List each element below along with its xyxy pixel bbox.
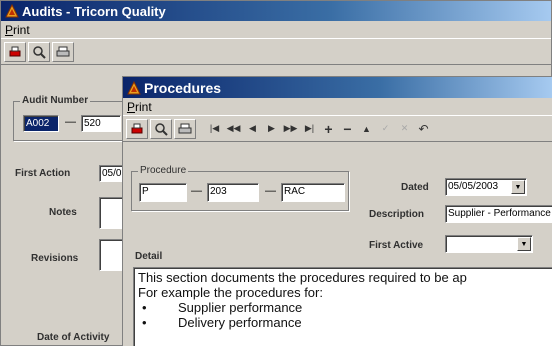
dated-label: Dated bbox=[401, 182, 429, 193]
detail-bullet-item: • Supplier performance bbox=[138, 300, 549, 315]
detail-bullet-text: Delivery performance bbox=[178, 315, 302, 330]
audit-number-part2[interactable]: 520 bbox=[81, 115, 121, 132]
prev-record-icon[interactable]: ◀ bbox=[244, 119, 261, 139]
first-active-label: First Active bbox=[369, 240, 424, 251]
printer-icon[interactable] bbox=[174, 118, 196, 139]
audit-number-dash: — bbox=[65, 116, 76, 128]
next-page-icon[interactable]: ▶▶ bbox=[282, 119, 299, 139]
audits-titlebar[interactable]: Audits - Tricorn Quality bbox=[1, 1, 551, 21]
procedures-window: Procedures Print |◀ ◀◀ ◀ ▶ ▶▶ ▶| + − ▲ ✓… bbox=[122, 76, 552, 346]
delete-record-icon[interactable]: − bbox=[339, 119, 356, 139]
printer-icon[interactable] bbox=[52, 41, 74, 62]
detail-bullet-item: • Delivery performance bbox=[138, 315, 549, 330]
notes-label: Notes bbox=[49, 207, 77, 218]
last-record-icon[interactable]: ▶| bbox=[301, 119, 318, 139]
procedures-titlebar[interactable]: Procedures bbox=[123, 77, 552, 98]
add-record-icon[interactable]: + bbox=[320, 119, 337, 139]
chevron-down-icon[interactable]: ▼ bbox=[517, 237, 531, 251]
detail-bullet-text: Supplier performance bbox=[178, 300, 303, 315]
search-icon[interactable] bbox=[28, 41, 50, 62]
audits-title: Audits - Tricorn Quality bbox=[22, 3, 166, 19]
prev-page-icon[interactable]: ◀◀ bbox=[225, 119, 242, 139]
dated-value: 05/05/2003 bbox=[448, 181, 499, 192]
first-active-field[interactable]: ▼ bbox=[445, 235, 533, 253]
audit-number-label: Audit Number bbox=[20, 95, 91, 106]
procedure-part2-field[interactable]: 203 bbox=[207, 183, 259, 202]
description-field[interactable]: Supplier - Performance bbox=[445, 205, 552, 223]
audits-menu-print[interactable]: Print bbox=[5, 23, 30, 37]
description-label: Description bbox=[369, 209, 425, 220]
chevron-down-icon[interactable]: ▼ bbox=[511, 180, 525, 194]
audit-number-part1[interactable]: A002 bbox=[23, 115, 59, 132]
detail-line: For example the procedures for: bbox=[138, 285, 323, 300]
next-record-icon[interactable]: ▶ bbox=[263, 119, 280, 139]
print-icon[interactable] bbox=[126, 118, 148, 139]
procedure-part3-field[interactable]: RAC bbox=[281, 183, 345, 202]
date-of-activity-label: Date of Activity bbox=[37, 332, 110, 343]
first-action-label: First Action bbox=[15, 168, 71, 179]
confirm-icon[interactable]: ✓ bbox=[377, 119, 394, 139]
procedure-dash-1: — bbox=[191, 185, 202, 197]
procedures-toolbar: |◀ ◀◀ ◀ ▶ ▶▶ ▶| + − ▲ ✓ ✕ ↶ bbox=[123, 116, 552, 142]
procedure-group-label: Procedure bbox=[138, 165, 189, 176]
procedures-menubar: Print bbox=[123, 98, 552, 116]
detail-memo[interactable]: This section documents the procedures re… bbox=[133, 267, 552, 346]
search-icon[interactable] bbox=[150, 118, 172, 139]
bullet-icon: • bbox=[142, 300, 147, 315]
audits-menubar: Print bbox=[1, 21, 551, 39]
procedures-menu-print[interactable]: Print bbox=[127, 100, 152, 114]
bullet-icon: • bbox=[142, 315, 147, 330]
dated-field[interactable]: 05/05/2003 ▼ bbox=[445, 178, 527, 196]
up-icon[interactable]: ▲ bbox=[358, 119, 375, 139]
procedure-dash-2: — bbox=[265, 185, 276, 197]
procedure-part1-field[interactable]: P bbox=[139, 183, 187, 202]
undo-icon[interactable]: ↶ bbox=[415, 119, 432, 139]
app-icon bbox=[5, 4, 19, 18]
first-record-icon[interactable]: |◀ bbox=[206, 119, 223, 139]
procedures-title: Procedures bbox=[144, 79, 222, 96]
print-icon[interactable] bbox=[4, 41, 26, 62]
detail-label: Detail bbox=[135, 251, 163, 262]
cancel-icon[interactable]: ✕ bbox=[396, 119, 413, 139]
detail-line: This section documents the procedures re… bbox=[138, 270, 467, 285]
audits-toolbar bbox=[1, 39, 551, 65]
revisions-label: Revisions bbox=[31, 253, 79, 264]
app-icon bbox=[127, 80, 141, 94]
